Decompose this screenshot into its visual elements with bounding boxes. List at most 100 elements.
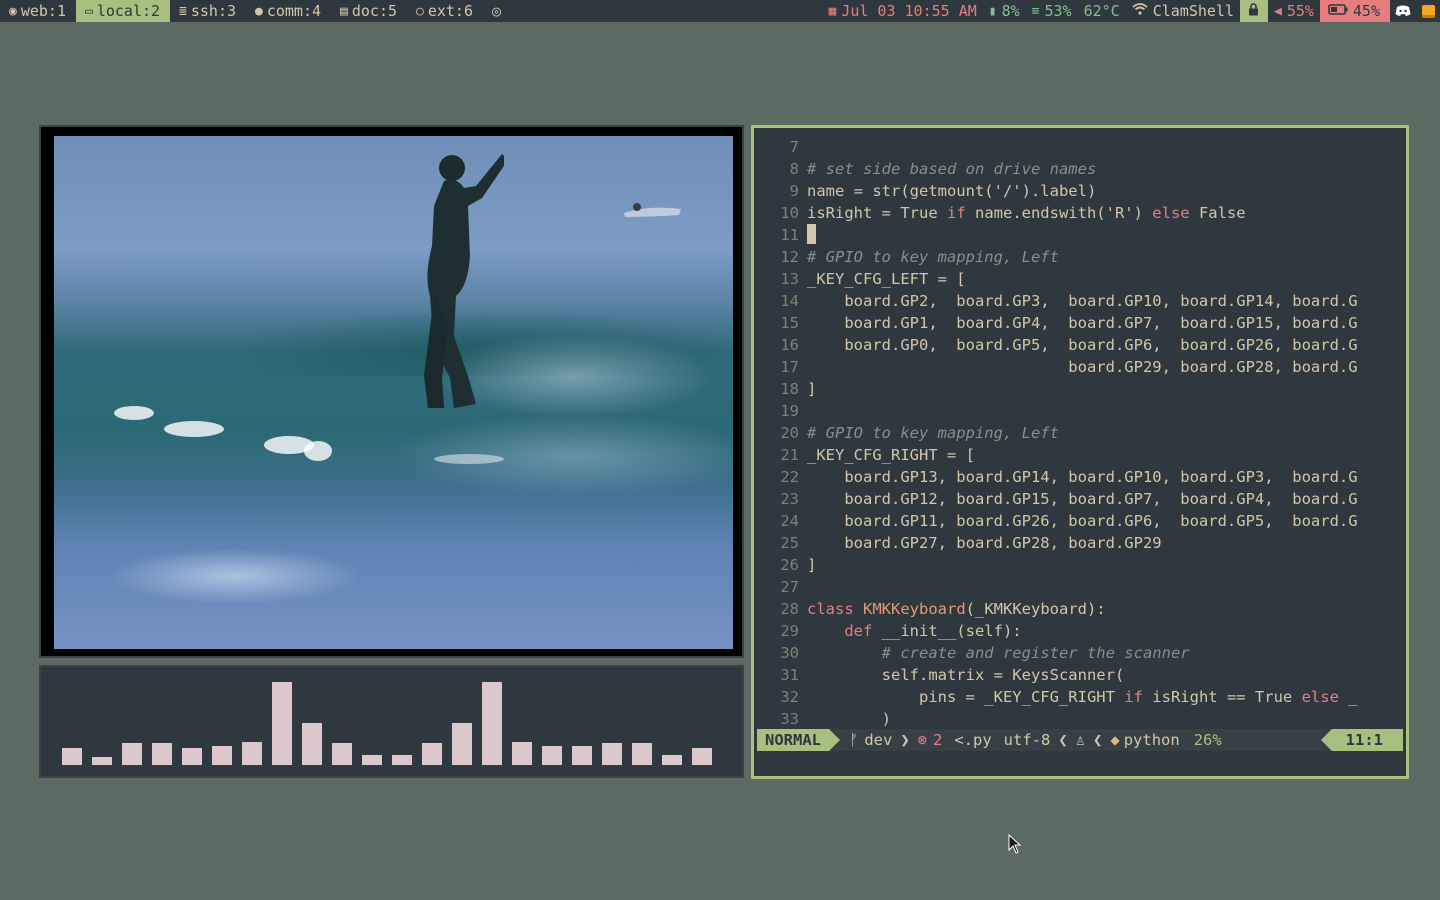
- code-line[interactable]: 26]: [754, 554, 1406, 576]
- monitor-icon: ▭: [84, 3, 93, 19]
- discord-tray-icon[interactable]: [1390, 0, 1416, 22]
- cpu-module[interactable]: ▮ 8%: [983, 0, 1026, 22]
- workspace-local[interactable]: ▭ local:2: [75, 0, 171, 22]
- code-line[interactable]: 22 board.GP13, board.GP14, board.GP10, b…: [754, 466, 1406, 488]
- visualizer-bar: [602, 743, 622, 765]
- code-line[interactable]: 27: [754, 576, 1406, 598]
- visualizer-bar: [182, 748, 202, 765]
- code-line[interactable]: 17 board.GP29, board.GP28, board.G: [754, 356, 1406, 378]
- code-line[interactable]: 15 board.GP1, board.GP4, board.GP7, boar…: [754, 312, 1406, 334]
- visualizer-bar: [542, 746, 562, 765]
- eye-toggle[interactable]: ◎: [483, 0, 511, 22]
- visualizer-bar: [212, 746, 232, 765]
- surfer-silhouette: [424, 154, 504, 408]
- volume-text: 55%: [1286, 2, 1314, 20]
- code-line[interactable]: 23 board.GP12, board.GP15, board.GP7, bo…: [754, 488, 1406, 510]
- code-line[interactable]: 9 name = str(getmount('/').label): [754, 180, 1406, 202]
- code-line[interactable]: 10 isRight = True if name.endswith('R') e…: [754, 202, 1406, 224]
- code-line[interactable]: 12 # GPIO to key mapping, Left: [754, 246, 1406, 268]
- code-line[interactable]: 19: [754, 400, 1406, 422]
- visualizer-bar: [272, 682, 292, 765]
- line-number: 18: [780, 380, 799, 398]
- code-line[interactable]: 30 # create and register the scanner: [754, 642, 1406, 664]
- cpu-icon: ▮: [988, 3, 997, 19]
- line-number: 9: [789, 182, 799, 200]
- workspace-ext[interactable]: ○ ext:6: [407, 0, 483, 22]
- workspace-comm[interactable]: ● comm:4: [246, 0, 331, 22]
- clock-module[interactable]: ▦ Jul 03 10:55 AM: [822, 0, 982, 22]
- workspace-ssh[interactable]: ≣ ssh:3: [170, 0, 246, 22]
- line-text: ]: [807, 380, 817, 398]
- code-line[interactable]: 21 _KEY_CFG_RIGHT = [: [754, 444, 1406, 466]
- line-number: 13: [780, 270, 799, 288]
- code-line[interactable]: 8 # set side based on drive names: [754, 158, 1406, 180]
- server-icon: ≣: [179, 3, 187, 19]
- visualizer-bar: [392, 755, 412, 765]
- line-number: 24: [780, 512, 799, 530]
- video-frame-surfing[interactable]: [54, 136, 733, 649]
- line-text: board.GP0, board.GP5, board.GP6, board.G…: [807, 336, 1358, 354]
- code-line[interactable]: 32 pins = _KEY_CFG_RIGHT if isRight == T…: [754, 686, 1406, 708]
- line-number: 27: [780, 578, 799, 596]
- code-line[interactable]: 24 board.GP11, board.GP26, board.GP6, bo…: [754, 510, 1406, 532]
- workspace-web[interactable]: ◉ web:1: [0, 0, 76, 22]
- code-editor-window[interactable]: 7 8 # set side based on drive names 9 name =…: [751, 125, 1409, 779]
- line-number: 21: [780, 446, 799, 464]
- line-text: def __init__(self):: [844, 622, 1022, 640]
- extension-icon: ○: [416, 3, 424, 19]
- line-number: 17: [780, 358, 799, 376]
- visualizer-bar: [92, 757, 112, 765]
- code-line[interactable]: 25 board.GP27, board.GP28, board.GP29: [754, 532, 1406, 554]
- visualizer-bar: [572, 746, 592, 765]
- code-line[interactable]: 20 # GPIO to key mapping, Left: [754, 422, 1406, 444]
- memory-text: 53%: [1044, 2, 1072, 20]
- code-line[interactable]: 13 _KEY_CFG_LEFT = [: [754, 268, 1406, 290]
- calendar-icon: ▦: [828, 3, 837, 19]
- temperature-module[interactable]: 62°C: [1078, 0, 1126, 22]
- temperature-text: 62°C: [1083, 2, 1120, 20]
- battery-icon: [1328, 3, 1348, 19]
- code-line[interactable]: 33 ): [754, 708, 1406, 730]
- chevron-left-icon: ❮: [1093, 731, 1103, 749]
- code-buffer[interactable]: 7 8 # set side based on drive names 9 name =…: [754, 136, 1406, 730]
- visualizer-bar: [632, 743, 652, 765]
- code-line[interactable]: 14 board.GP2, board.GP3, board.GP10, boa…: [754, 290, 1406, 312]
- document-icon: ▤: [340, 3, 348, 19]
- wifi-icon: [1132, 3, 1148, 19]
- volume-module[interactable]: ◀ 55%: [1268, 0, 1320, 22]
- distant-surfer: [624, 203, 681, 217]
- line-number: 33: [780, 710, 799, 728]
- line-text: board.GP1, board.GP4, board.GP7, board.G…: [807, 314, 1358, 332]
- workspace-doc[interactable]: ▤ doc:5: [331, 0, 407, 22]
- line-number: 25: [780, 534, 799, 552]
- code-line[interactable]: 7: [754, 136, 1406, 158]
- code-line[interactable]: 16 board.GP0, board.GP5, board.GP6, boar…: [754, 334, 1406, 356]
- line-text: isRight = True if name.endswith('R') els…: [807, 204, 1246, 222]
- code-line[interactable]: 18]: [754, 378, 1406, 400]
- chevron-right-icon: ❯: [900, 731, 910, 749]
- editor-statusline: NORMAL ᚠ dev ❯ ⊗ 2 <.py utf-8 ❮ ♙ ❮ ◆ py…: [757, 729, 1403, 751]
- workspace-label: web:1: [20, 2, 66, 20]
- network-module[interactable]: ClamShell: [1126, 0, 1240, 22]
- memory-module[interactable]: ≡ 53%: [1026, 0, 1078, 22]
- mode-indicator: NORMAL: [757, 729, 840, 751]
- visualizer-bar: [512, 742, 532, 765]
- code-line[interactable]: 29 def __init__(self):: [754, 620, 1406, 642]
- code-line[interactable]: 11: [754, 224, 1406, 246]
- code-line[interactable]: 28 class KMKKeyboard(_KMKKeyboard):: [754, 598, 1406, 620]
- error-count: 2: [933, 731, 943, 749]
- battery-module[interactable]: 45%: [1319, 0, 1390, 22]
- video-player-window[interactable]: [39, 125, 744, 658]
- line-text: # set side based on drive names: [807, 160, 1097, 178]
- visualizer-bar: [332, 743, 352, 765]
- app-tray-icon[interactable]: [1416, 0, 1440, 22]
- lock-button[interactable]: [1239, 0, 1268, 22]
- workspace-label: local:2: [96, 2, 161, 20]
- lock-icon: [1248, 2, 1259, 20]
- visualizer-bar: [692, 748, 712, 765]
- visualizer-bar: [152, 743, 172, 765]
- line-number: 12: [780, 248, 799, 266]
- line-number: 29: [780, 622, 799, 640]
- network-text: ClamShell: [1152, 2, 1234, 20]
- code-line[interactable]: 31 self.matrix = KeysScanner(: [754, 664, 1406, 686]
